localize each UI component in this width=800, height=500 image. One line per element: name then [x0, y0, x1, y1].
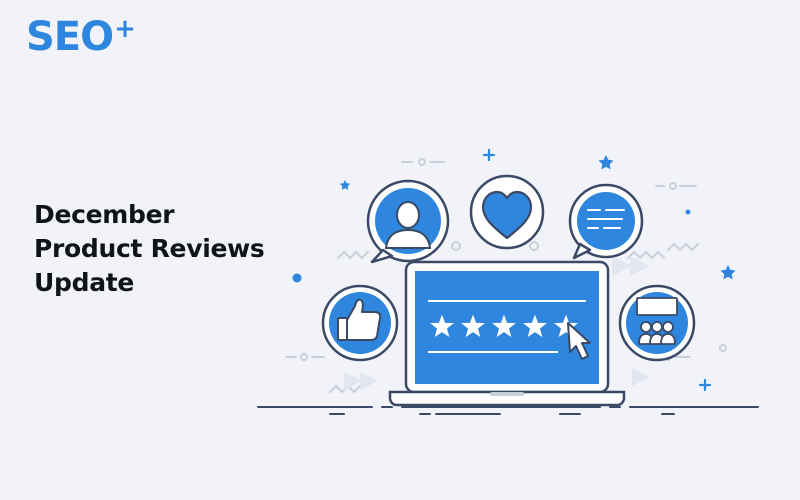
- star-icon: [598, 155, 614, 170]
- chat-bubble-icon: [568, 183, 644, 260]
- thumbs-up-icon-bubble: [321, 284, 399, 362]
- laptop-icon: [388, 260, 626, 407]
- star-icon: [339, 180, 351, 190]
- star-icon: [720, 265, 736, 280]
- ground-line: [257, 406, 759, 415]
- heart-icon-bubble: [469, 174, 545, 250]
- user-icon-bubble: [366, 179, 450, 264]
- reviews-illustration: [257, 148, 759, 415]
- group-presentation-icon-bubble: [618, 284, 696, 362]
